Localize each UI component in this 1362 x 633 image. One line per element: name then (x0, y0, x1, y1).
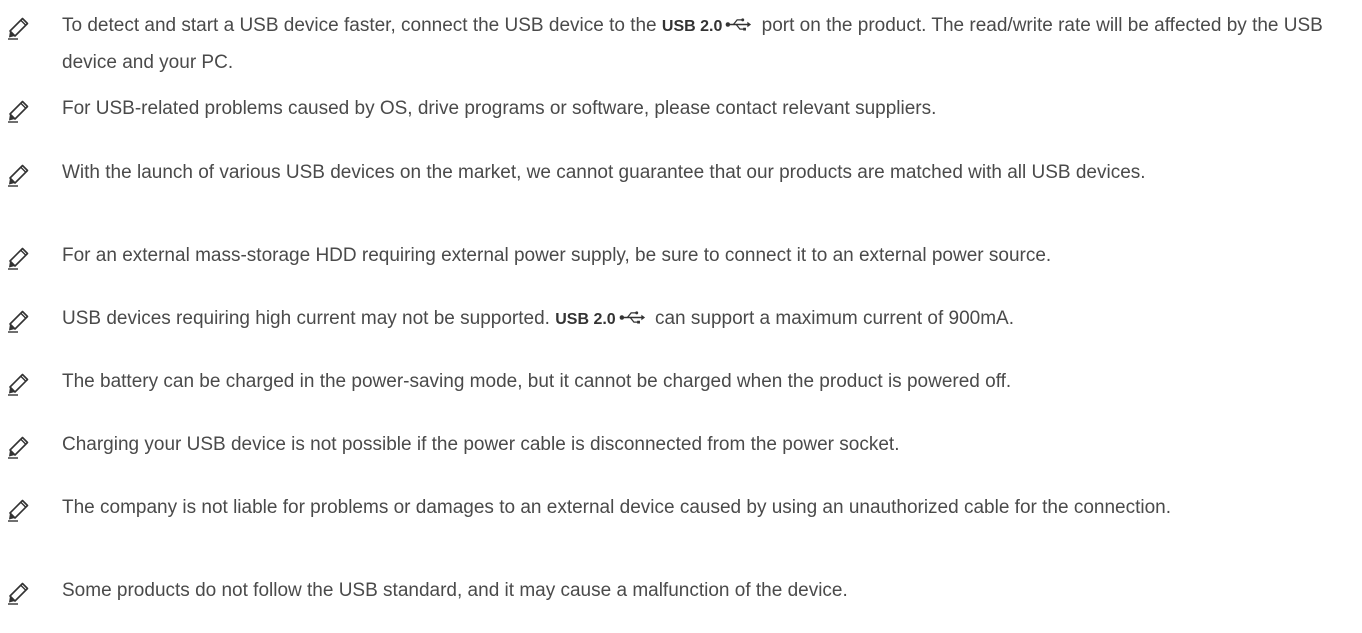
note-text: USB devices requiring high current may n… (62, 301, 1342, 338)
note-text-segment: For an external mass-storage HDD requiri… (62, 245, 1052, 266)
pencil-icon (6, 435, 30, 459)
pencil-icon (6, 246, 30, 270)
usb-icon (619, 301, 647, 337)
pencil-icon (6, 163, 30, 187)
note-text: To detect and start a USB device faster,… (62, 8, 1342, 81)
note-text-segment: To detect and start a USB device faster,… (62, 15, 662, 37)
pencil-icon (6, 372, 30, 396)
usb-port-label: USB 2.0 (661, 18, 723, 36)
note-text-segment: Some products do not follow the USB stan… (62, 580, 848, 601)
pencil-icon (6, 581, 30, 605)
note-text-segment: USB devices requiring high current may n… (62, 308, 556, 330)
note-text: For an external mass-storage HDD requiri… (62, 238, 1342, 274)
note-text-segment: Charging your USB device is not possible… (62, 434, 900, 455)
note-text-segment: The company is not liable for problems o… (62, 497, 1171, 518)
note-text: The company is not liable for problems o… (62, 490, 1342, 526)
pencil-icon (6, 309, 30, 333)
note-text-segment: The battery can be charged in the power-… (62, 371, 1012, 392)
usb-port-reference: USB 2.0 (662, 15, 756, 36)
note-text: Some products do not follow the USB stan… (62, 573, 1342, 609)
note-text-segment: For USB-related problems caused by OS, d… (62, 98, 937, 119)
pencil-icon (6, 16, 30, 40)
usb-port-label: USB 2.0 (555, 311, 616, 329)
note-text-segment: can support a maximum current of 900mA. (649, 308, 1015, 330)
pencil-icon (6, 99, 30, 123)
note-text: For USB-related problems caused by OS, d… (62, 91, 1342, 127)
usb-port-reference: USB 2.0 (555, 308, 649, 329)
note-text: With the launch of various USB devices o… (62, 155, 1342, 191)
note-text-segment: With the launch of various USB devices o… (62, 162, 1146, 183)
note-text: Charging your USB device is not possible… (62, 427, 1342, 463)
usb-icon (725, 8, 753, 44)
pencil-icon (6, 498, 30, 522)
note-text: The battery can be charged in the power-… (62, 364, 1342, 400)
